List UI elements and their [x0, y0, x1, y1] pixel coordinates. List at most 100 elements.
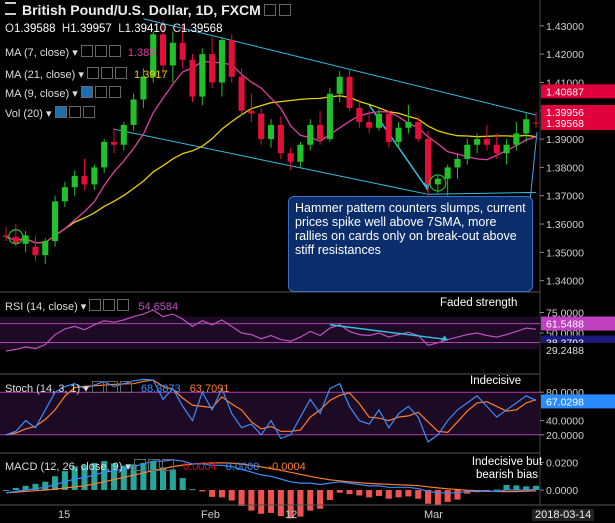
stoch-label: 67.0298: [546, 396, 584, 408]
legend-rsi-label: RSI (14, close): [5, 301, 78, 313]
settings-icon[interactable]: [103, 299, 116, 311]
legend-stoch-k: 68.3873: [140, 383, 181, 395]
eye-icon[interactable]: [80, 86, 93, 98]
macd-histogram-bar: [513, 485, 520, 490]
legend-volume[interactable]: Vol (20) ▾: [5, 106, 95, 120]
candle-body: [326, 93, 333, 140]
macd-histogram-bar: [336, 490, 343, 493]
candle-body: [483, 139, 490, 145]
macd-histogram-bar: [267, 490, 275, 513]
rsi-label: 29.2488: [546, 345, 584, 357]
settings-icon[interactable]: [100, 67, 113, 79]
macd-histogram-bar: [366, 490, 373, 498]
legend-stoch-d: 63.7091: [189, 383, 230, 395]
legend-macd-v3: -0.0004: [268, 461, 306, 473]
candle-body: [169, 42, 176, 66]
eye-icon[interactable]: [91, 381, 104, 393]
eye-icon[interactable]: [86, 67, 99, 79]
stoch-tick-label: 20.0000: [546, 430, 584, 442]
settings-icon[interactable]: [68, 106, 81, 118]
candle-body: [130, 99, 137, 125]
macd-histogram-bar: [218, 490, 225, 498]
close-icon[interactable]: [117, 299, 130, 311]
candle-body: [159, 34, 167, 66]
settings-icon[interactable]: [94, 45, 107, 57]
time-label: Feb: [201, 509, 220, 521]
close-icon[interactable]: [119, 381, 132, 393]
candle-body: [61, 187, 68, 202]
price-tick-label: 1.42000: [546, 49, 584, 61]
candle-body: [493, 144, 500, 154]
legend-rsi-value: 54.6584: [138, 301, 179, 313]
close-icon[interactable]: [82, 106, 95, 118]
candle-body: [513, 133, 520, 145]
legend-macd[interactable]: MACD (12, 26, close, 9) ▾ 0.0004 0.0000 …: [5, 459, 306, 473]
legend-macd-v2: 0.0000: [225, 461, 260, 473]
legend-ma21[interactable]: MA (21, close) ▾ 1.3917: [5, 67, 168, 81]
time-label-current: 2018-03-14: [532, 509, 595, 521]
stoch-tick-label: 40.0000: [546, 416, 584, 428]
candle-body: [415, 122, 422, 140]
candle-body: [523, 119, 530, 134]
macd-histogram-bar: [277, 490, 284, 517]
eye-icon[interactable]: [263, 4, 276, 16]
candle-body: [248, 110, 255, 114]
ohlc-open: 1.39588: [13, 23, 56, 35]
macd-histogram-bar: [199, 490, 206, 492]
legend-ma7[interactable]: MA (7, close) ▾ 1.385: [5, 45, 155, 59]
close-icon[interactable]: [108, 86, 121, 98]
candle-body: [199, 54, 206, 97]
candle-body: [101, 141, 108, 168]
close-icon[interactable]: [114, 67, 127, 79]
legend-macd-label: MACD (12, 26, close, 9): [5, 461, 123, 473]
ohlc-close-key: C: [172, 23, 181, 35]
candle-body: [81, 175, 88, 185]
candle-body: [366, 122, 373, 128]
close-icon[interactable]: [108, 45, 121, 57]
ohlc-close: 1.39568: [180, 23, 223, 35]
candle-body: [32, 246, 39, 256]
settings-icon[interactable]: [105, 381, 118, 393]
candle-body: [375, 113, 383, 128]
legend-ma9[interactable]: MA (9, close) ▾: [5, 86, 121, 100]
macd-histogram-bar: [346, 490, 353, 495]
macd-histogram-bar: [297, 490, 304, 517]
macd-histogram-bar: [179, 478, 186, 490]
eye-icon[interactable]: [80, 45, 93, 57]
settings-icon[interactable]: [147, 459, 160, 471]
candle-body: [424, 139, 432, 185]
settings-icon[interactable]: [94, 86, 107, 98]
settings-icon[interactable]: [278, 4, 291, 16]
price-label: 1.39568: [546, 118, 584, 130]
stoch-note: Indecisive: [470, 375, 522, 387]
legend-ma21-label: MA (21, close): [5, 69, 76, 81]
macd-histogram-bar: [405, 490, 412, 497]
candle-body: [22, 235, 29, 244]
candle-body: [503, 144, 510, 154]
macd-histogram-bar: [248, 490, 255, 511]
legend-rsi[interactable]: RSI (14, close) ▾ 54.6584: [5, 299, 178, 313]
ohlc-low: 1.39410: [124, 23, 167, 35]
eye-icon[interactable]: [89, 299, 102, 311]
legend-ma21-value: 1.3917: [133, 69, 168, 81]
stoch-band: [0, 392, 540, 435]
ohlc-high: 1.39957: [70, 23, 112, 35]
ohlc-high-key: H: [61, 23, 71, 35]
candle-body: [179, 42, 186, 60]
macd-histogram-bar: [12, 487, 19, 490]
candle-body: [218, 39, 225, 83]
analysis-callout: Hammer pattern counters slumps, current …: [288, 196, 533, 292]
legend-ma7-label: MA (7, close): [5, 47, 70, 59]
macd-histogram-bar: [356, 490, 363, 496]
candle-body: [356, 107, 363, 123]
menu-icon[interactable]: [5, 2, 16, 15]
eye-icon[interactable]: [54, 106, 67, 118]
close-icon[interactable]: [161, 459, 174, 471]
candle-body: [444, 167, 451, 179]
macd-note: Indecisive but bearish bias: [471, 456, 543, 481]
candle-body: [120, 124, 127, 145]
legend-stoch[interactable]: Stoch (14, 3, 1) ▾ 68.3873 63.7091: [5, 381, 229, 395]
eye-icon[interactable]: [133, 459, 146, 471]
candle-body: [454, 158, 461, 168]
ohlc-open-key: O: [5, 23, 14, 35]
